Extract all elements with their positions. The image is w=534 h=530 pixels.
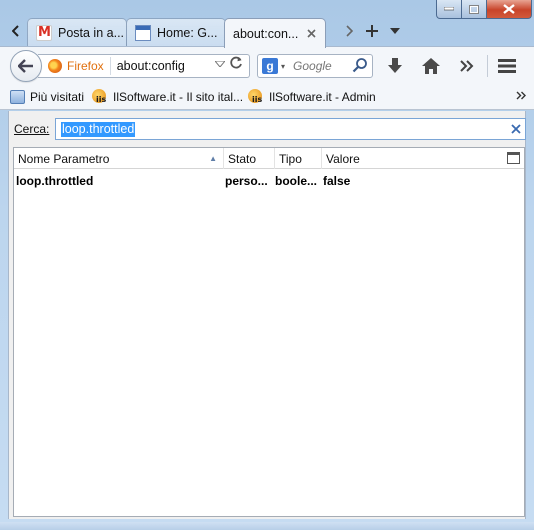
tab-scroll-left-button[interactable]	[8, 23, 24, 39]
google-icon: g	[262, 58, 278, 74]
page-icon	[135, 24, 151, 41]
chevron-left-icon	[12, 25, 19, 37]
bookmark-folder-icon	[10, 90, 25, 104]
bookmark-label: IlSoftware.it - Admin	[269, 90, 376, 104]
clear-search-button[interactable]	[511, 121, 521, 137]
tab-label: about:con...	[233, 26, 299, 41]
ilsoftware-icon: iis	[248, 88, 265, 106]
column-header-type[interactable]: Tipo	[275, 148, 322, 169]
config-search-label: Cerca:	[14, 122, 50, 136]
list-all-tabs-button[interactable]	[386, 22, 404, 40]
double-chevron-right-icon	[460, 60, 474, 72]
new-tab-button[interactable]	[363, 22, 381, 40]
bookmark-label: Più visitati	[30, 90, 85, 104]
overflow-toolbar-button[interactable]	[457, 56, 477, 76]
close-icon	[511, 124, 521, 134]
bookmark-ilsoftware-admin[interactable]: iis IlSoftware.it - Admin	[248, 88, 376, 106]
tab-label: Posta in a...	[58, 25, 125, 40]
config-search-row: Cerca: loop.throttled	[9, 111, 526, 147]
column-header-value[interactable]: Valore	[322, 148, 524, 169]
bookmark-ilsoftware-home[interactable]: iis IlSoftware.it - Il sito ital...	[92, 88, 243, 106]
tab-home[interactable]: Home: G...	[126, 18, 226, 46]
config-search-value[interactable]: loop.throttled	[61, 121, 136, 137]
search-engine-dropdown[interactable]: ▾	[281, 62, 285, 71]
config-table-header: Nome Parametro ▲ Stato Tipo Valore	[14, 148, 524, 169]
arrow-left-icon	[18, 59, 33, 73]
chevron-down-icon	[390, 28, 400, 34]
reload-button[interactable]	[229, 56, 243, 74]
url-input[interactable]: about:config	[117, 59, 185, 73]
home-button[interactable]	[421, 56, 441, 76]
toolbar-separator	[487, 55, 488, 77]
bookmarks-toolbar: Più visitati iis IlSoftware.it - Il sito…	[0, 84, 534, 110]
double-chevron-right-icon	[516, 91, 526, 100]
search-icon	[352, 58, 367, 73]
downloads-button[interactable]	[385, 56, 405, 76]
column-header-name[interactable]: Nome Parametro ▲	[14, 148, 224, 169]
cell-type: boole...	[275, 174, 317, 188]
menu-button[interactable]	[497, 56, 517, 76]
table-row[interactable]: loop.throttled perso... boole... false	[14, 171, 524, 191]
bookmark-most-visited[interactable]: Più visitati	[10, 88, 84, 106]
identity-label: Firefox	[67, 59, 104, 73]
tab-strip: Posta in a... Home: G... about:con...	[0, 16, 534, 48]
chevron-down-icon	[213, 60, 227, 68]
tab-gmail[interactable]: Posta in a...	[27, 18, 127, 46]
tab-about-config[interactable]: about:con...	[224, 18, 326, 48]
hamburger-menu-icon	[498, 59, 516, 73]
close-tab-button[interactable]	[304, 27, 318, 41]
search-go-button[interactable]	[352, 57, 368, 76]
back-button[interactable]	[10, 50, 42, 82]
tab-scroll-right-button[interactable]	[340, 22, 358, 40]
cell-name: loop.throttled	[16, 174, 94, 188]
home-icon	[422, 58, 440, 74]
config-search-input[interactable]: loop.throttled	[55, 118, 526, 140]
chevron-right-icon	[346, 25, 353, 37]
cell-value: false	[323, 174, 351, 188]
url-history-dropdown[interactable]	[213, 59, 227, 70]
window-bottom-border	[0, 522, 534, 530]
reload-icon	[230, 56, 242, 69]
maximize-icon	[469, 4, 479, 14]
column-header-status[interactable]: Stato	[224, 148, 275, 169]
plus-icon	[366, 25, 378, 37]
tab-label: Home: G...	[157, 25, 218, 40]
cell-status: perso...	[225, 174, 268, 188]
minimize-icon	[444, 7, 454, 11]
ilsoftware-icon: iis	[92, 88, 109, 106]
search-input[interactable]: Google	[293, 59, 332, 73]
sort-ascending-icon: ▲	[209, 154, 217, 163]
identity-box[interactable]: Firefox	[38, 57, 111, 75]
close-icon	[503, 4, 515, 14]
bookmarks-overflow-button[interactable]	[516, 89, 526, 103]
download-icon	[388, 58, 402, 73]
about-config-page: Cerca: loop.throttled Nome Parametro ▲ S…	[8, 111, 526, 519]
gmail-icon	[36, 24, 52, 41]
navigation-bar: Firefox about:config g ▾ Google	[0, 46, 534, 84]
config-table: Nome Parametro ▲ Stato Tipo Valore loop.…	[13, 147, 525, 517]
close-tab-icon	[307, 28, 316, 38]
bookmark-label: IlSoftware.it - Il sito ital...	[113, 90, 244, 104]
firefox-icon	[48, 59, 62, 73]
url-bar[interactable]: Firefox about:config	[38, 54, 250, 78]
column-picker-icon[interactable]	[507, 152, 520, 164]
search-bar[interactable]: g ▾ Google	[257, 54, 373, 78]
